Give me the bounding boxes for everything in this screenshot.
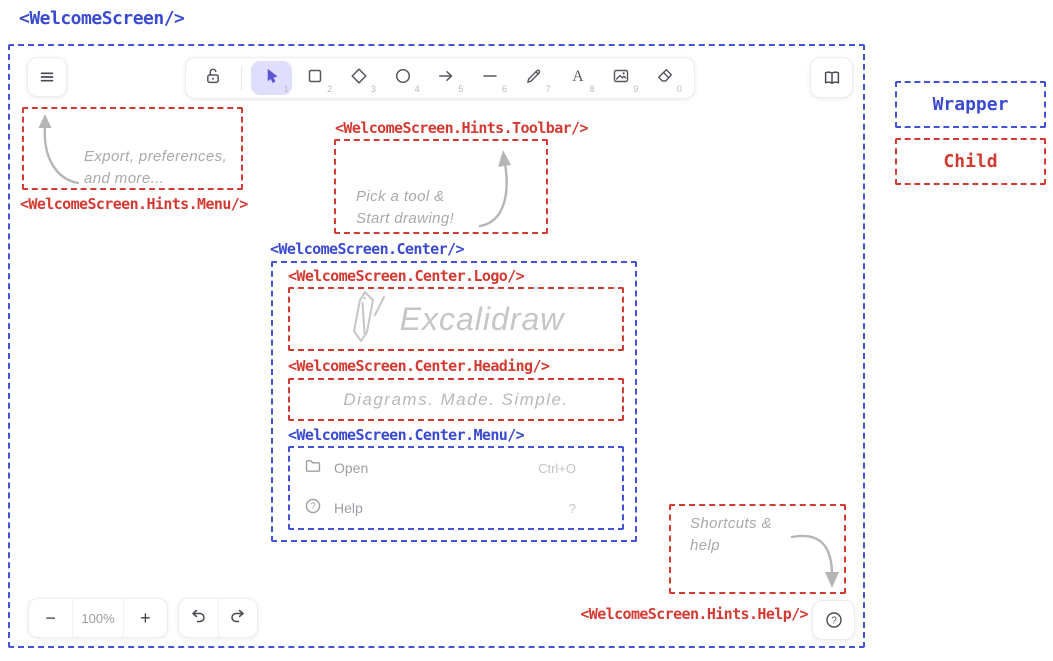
hint-help-line1: Shortcuts & [690,513,772,535]
tool-rectangle[interactable]: 2 [294,61,336,95]
library-button[interactable] [810,57,853,98]
redo-button[interactable] [218,599,257,637]
image-icon [611,66,631,91]
hint-menu-line2: and more... [84,168,227,190]
tool-eraser[interactable]: 0 [644,61,686,95]
diamond-icon [349,66,369,91]
center-label: <WelcomeScreen.Center/> [270,240,464,258]
legend-wrapper-label: Wrapper [933,94,1009,115]
legend-wrapper: Wrapper [895,81,1046,128]
tool-shortcut: 3 [371,84,376,94]
help-button[interactable]: ? [812,600,855,640]
tool-arrow[interactable]: 5 [426,61,468,95]
help-circle-icon: ? [304,497,322,520]
lock-icon [203,66,223,91]
hint-toolbar-label: <WelcomeScreen.Hints.Toolbar/> [335,119,588,137]
hint-menu-label: <WelcomeScreen.Hints.Menu/> [20,195,248,213]
folder-icon [304,457,322,480]
legend-child-label: Child [943,151,997,172]
zoom-in-button[interactable]: + [124,599,167,637]
welcome-screen-doc-page: <WelcomeScreen/> [0,0,1053,661]
zoom-controls: − 100% + [28,598,168,638]
book-icon [822,68,842,88]
menu-item-help-shortcut: ? [569,501,576,516]
undo-icon [188,606,208,631]
hint-menu-line1: Export, preferences, [84,146,227,168]
page-title: <WelcomeScreen/> [19,8,184,29]
undo-redo-controls [178,598,258,638]
tool-draw[interactable]: 7 [513,61,555,95]
selection-cursor-icon [262,66,282,91]
hint-menu-text: Export, preferences, and more... [84,146,227,190]
ellipse-icon [393,66,413,91]
center-heading-text: Diagrams. Made. Simple. [343,390,568,410]
center-menu: Open Ctrl+O ? Help ? [288,446,624,530]
menu-item-open-shortcut: Ctrl+O [538,461,576,476]
center-heading-label: <WelcomeScreen.Center.Heading/> [288,357,549,375]
tool-shortcut: 5 [458,84,463,94]
svg-text:?: ? [310,501,315,511]
tool-shortcut: 7 [546,84,551,94]
tool-lock[interactable] [194,61,232,95]
tool-diamond[interactable]: 3 [338,61,380,95]
center-logo-label: <WelcomeScreen.Center.Logo/> [288,267,524,285]
toolbar: 1 2 3 4 [185,57,695,99]
tool-shortcut: 8 [589,84,594,94]
menu-item-open[interactable]: Open Ctrl+O [304,457,576,479]
arrow-icon [436,66,456,91]
excalidraw-logo-text: Excalidraw [400,301,565,338]
tool-shortcut: 6 [502,84,507,94]
legend-child: Child [895,138,1046,185]
hint-help-label: <WelcomeScreen.Hints.Help/> [548,605,808,623]
hint-toolbar-text: Pick a tool & Start drawing! [356,186,454,230]
tool-text[interactable]: A 8 [557,61,599,95]
rectangle-icon [305,66,325,91]
tool-image[interactable]: 9 [601,61,643,95]
excalidraw-logo-icon [348,289,386,350]
tool-selection[interactable]: 1 [251,61,293,95]
menu-item-help-label: Help [334,500,557,516]
tool-shortcut: 1 [283,84,288,94]
menu-item-help[interactable]: ? Help ? [304,497,576,519]
tool-line[interactable]: 6 [469,61,511,95]
redo-icon [228,606,248,631]
tool-shortcut: 9 [633,84,638,94]
tool-shortcut: 2 [327,84,332,94]
svg-text:?: ? [831,616,837,627]
tool-shortcut: 4 [415,84,420,94]
line-icon [480,66,500,91]
pencil-icon [524,66,544,91]
center-menu-label: <WelcomeScreen.Center.Menu/> [288,426,524,444]
menu-item-open-label: Open [334,460,526,476]
zoom-out-button[interactable]: − [29,599,72,637]
question-circle-icon: ? [824,610,844,630]
zoom-level[interactable]: 100% [72,599,123,637]
tool-shortcut: 0 [677,84,682,94]
hint-toolbar-line2: Start drawing! [356,208,454,230]
text-icon: A [568,66,588,91]
main-menu-button[interactable] [27,57,67,97]
undo-button[interactable] [179,599,218,637]
hint-help-text: Shortcuts & help [690,513,772,557]
svg-text:A: A [572,67,584,84]
center-heading: Diagrams. Made. Simple. [288,378,624,421]
eraser-icon [655,66,675,91]
hint-help-line2: help [690,535,772,557]
tool-ellipse[interactable]: 4 [382,61,424,95]
hint-toolbar-line1: Pick a tool & [356,186,454,208]
toolbar-separator [241,66,242,90]
hamburger-icon [37,67,57,87]
center-logo: Excalidraw [288,287,624,351]
